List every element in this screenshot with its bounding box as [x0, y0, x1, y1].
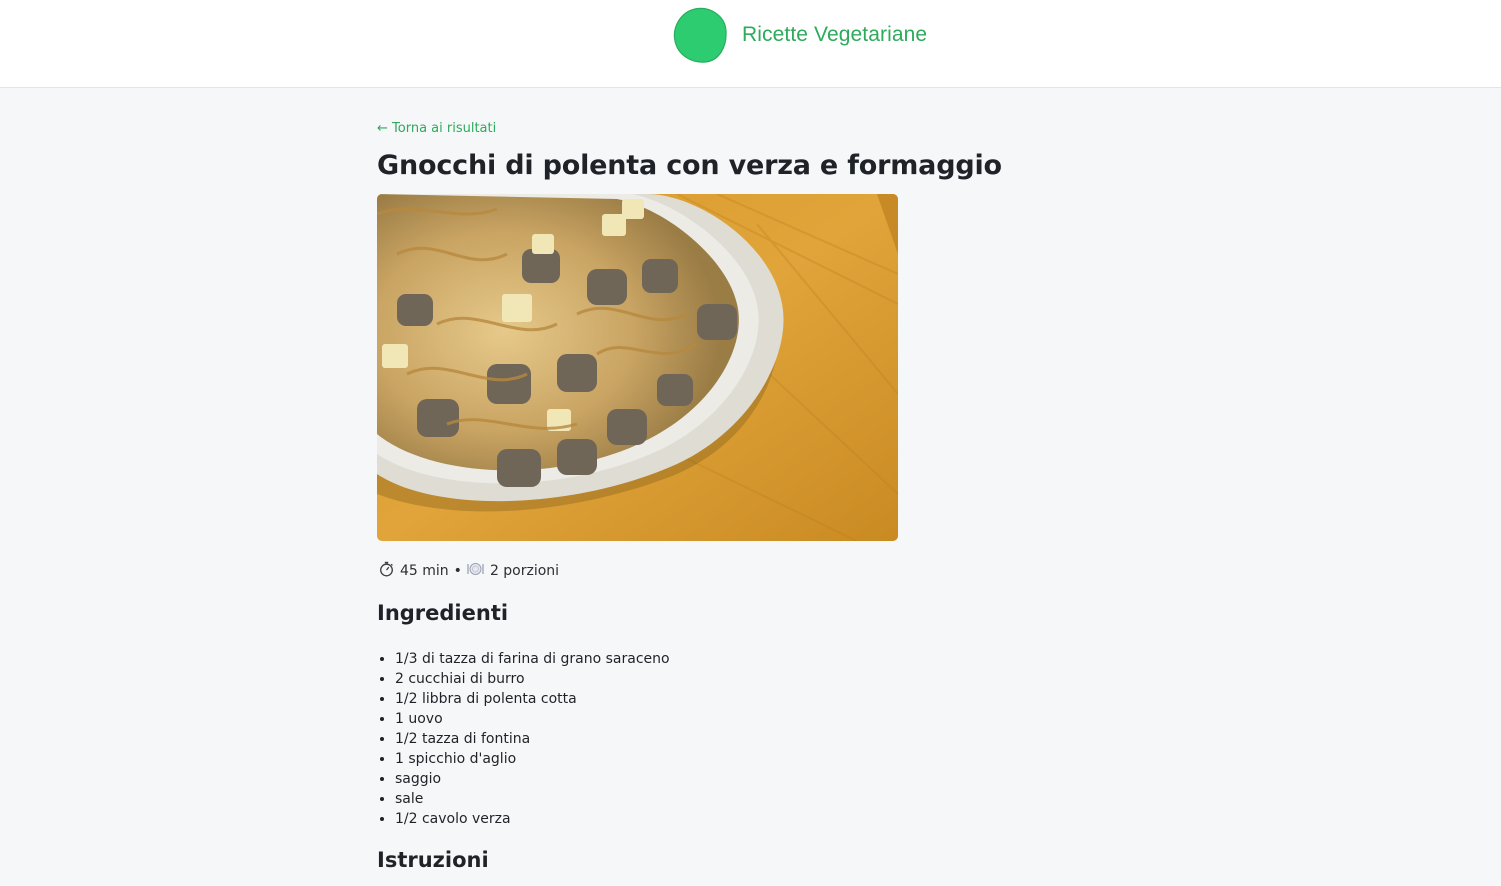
list-item: 1 spicchio d'aglio [395, 749, 670, 769]
list-item: 1/2 tazza di fontina [395, 729, 670, 749]
list-item: sale [395, 789, 670, 809]
instructions-heading: Istruzioni [377, 848, 489, 872]
back-to-results-link[interactable]: ← Torna ai risultati [377, 121, 496, 136]
list-item: 1/2 cavolo verza [395, 809, 670, 829]
recipe-photo [377, 194, 898, 541]
ingredients-list: 1/3 di tazza di farina di grano saraceno… [377, 649, 670, 829]
list-item: 2 cucchiai di burro [395, 669, 670, 689]
list-item: 1 uovo [395, 709, 670, 729]
meta-separator: • [453, 563, 462, 579]
servings: 2 porzioni [489, 563, 560, 579]
site-header: Ricette Vegetariane [0, 0, 1501, 88]
recipe-title: Gnocchi di polenta con verza e formaggio [377, 150, 1002, 181]
list-item: saggio [395, 769, 670, 789]
list-item: 1/3 di tazza di farina di grano saraceno [395, 649, 670, 669]
green-blob-logo-icon [673, 7, 727, 63]
stopwatch-icon [379, 561, 394, 581]
brand-home-link[interactable]: Ricette Vegetariane [673, 7, 927, 63]
plate-icon [467, 562, 484, 580]
list-item: 1/2 libbra di polenta cotta [395, 689, 670, 709]
cook-time: 45 min [400, 563, 449, 579]
ingredients-heading: Ingredienti [377, 601, 509, 625]
recipe-meta: 45 min • 2 porzioni [379, 561, 559, 581]
brand-name: Ricette Vegetariane [742, 23, 928, 46]
